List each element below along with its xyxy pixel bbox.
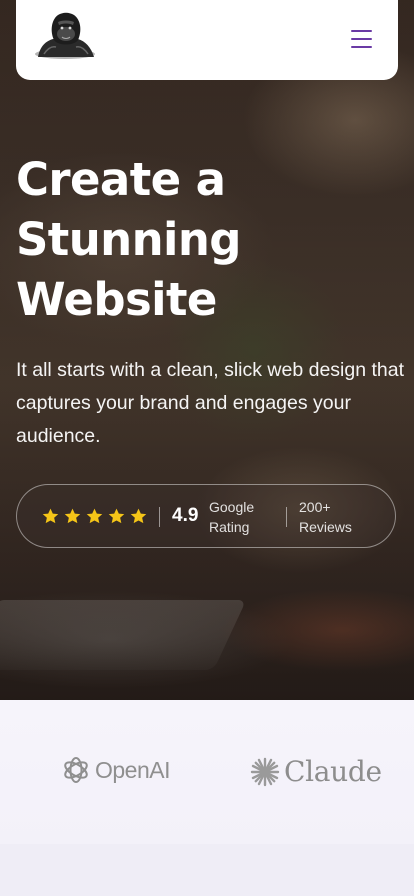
top-navbar (16, 0, 398, 80)
reviews-label-line1: 200+ (299, 499, 331, 515)
headline-line-3: Website (16, 273, 217, 326)
star-icon (108, 508, 125, 524)
hero-subtext: It all starts with a clean, slick web de… (16, 359, 405, 447)
hero-headline: Create a Stunning Website (16, 150, 396, 330)
star-icon (86, 508, 103, 524)
menu-line (351, 38, 372, 40)
star-rating (41, 507, 148, 526)
reviews-label-line2: Reviews (299, 519, 352, 535)
hero-section: Create a Stunning Website It all starts … (0, 0, 414, 700)
gorilla-logo-icon[interactable] (34, 10, 96, 60)
star-icon (64, 508, 81, 524)
hero-overlay (0, 0, 414, 700)
claude-wordmark: Claude (284, 755, 382, 788)
rating-score: 4.9 (172, 505, 199, 526)
openai-logo: OpenAI (61, 755, 171, 785)
rating-badge: 4.9 Google Rating 200+ Reviews (16, 484, 396, 548)
claude-logo: Claude (250, 755, 382, 788)
hamburger-menu-icon (351, 30, 372, 32)
star-icon (130, 508, 147, 524)
menu-line (351, 46, 372, 48)
next-section (0, 844, 414, 896)
rating-divider (159, 507, 160, 527)
openai-wordmark: OpenAI (95, 756, 171, 783)
headline-line-2: Stunning (16, 213, 242, 266)
reviews-divider (286, 507, 287, 527)
reviews-label: 200+ Reviews (299, 497, 359, 537)
google-label-line1: Google (209, 499, 255, 515)
headline-line-1: Create a (16, 153, 226, 206)
hamburger-menu-button[interactable] (350, 28, 374, 50)
claude-logo-icon (250, 757, 280, 786)
google-rating-label: Google Rating (209, 497, 269, 537)
openai-logo-icon (64, 757, 88, 783)
partner-logos-band: OpenAI Claude (0, 700, 414, 844)
google-label-line2: Rating (209, 519, 250, 535)
star-icon (42, 508, 59, 524)
